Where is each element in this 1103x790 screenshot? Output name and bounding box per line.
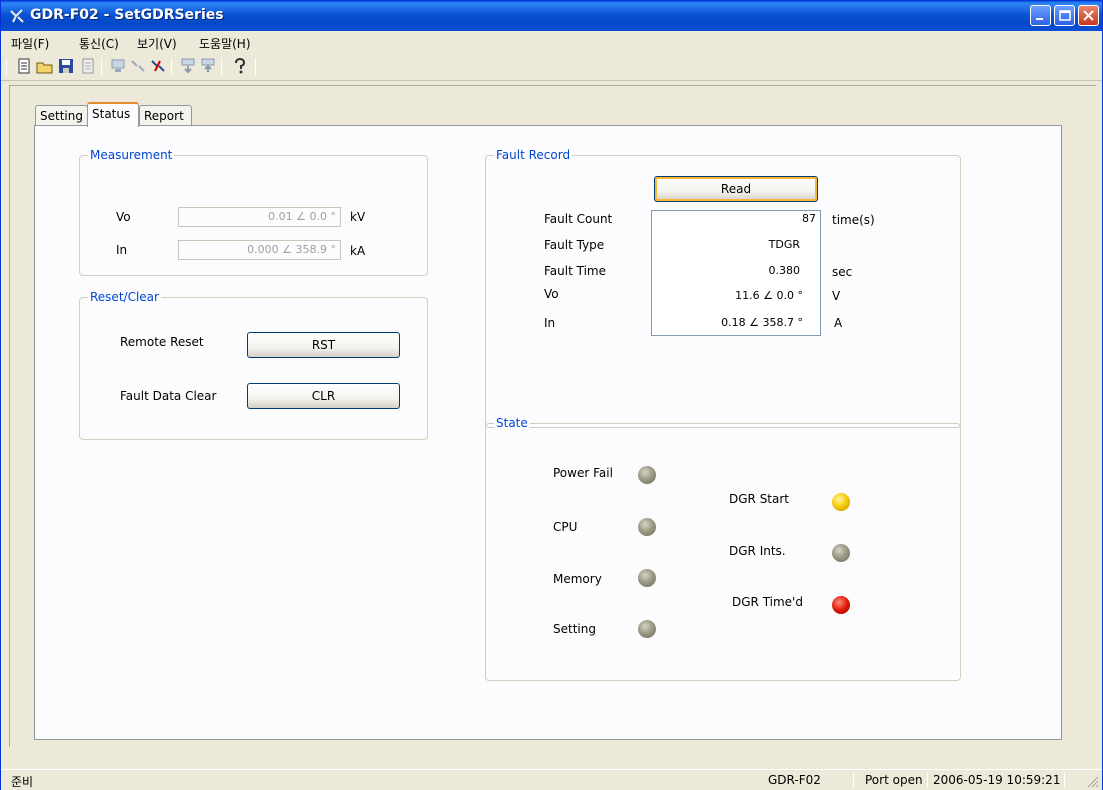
resize-grip-icon[interactable] xyxy=(1087,776,1099,788)
print-icon[interactable] xyxy=(79,57,97,75)
new-icon[interactable] xyxy=(15,57,33,75)
status-datetime: 2006-05-19 10:59:21 xyxy=(933,773,1061,787)
tab-setting[interactable]: Setting xyxy=(35,105,88,127)
remote-reset-label: Remote Reset xyxy=(120,335,204,349)
state-title: State xyxy=(494,416,530,430)
fault-record-title: Fault Record xyxy=(494,148,573,162)
fault-type-value: TDGR xyxy=(768,238,800,251)
fault-in-unit: A xyxy=(834,316,843,330)
status-port: Port open xyxy=(865,773,923,787)
clr-button[interactable]: CLR xyxy=(247,383,400,409)
power-fail-indicator-icon xyxy=(638,466,656,484)
app-icon xyxy=(10,9,24,23)
window-title: GDR-F02 - SetGDRSeries xyxy=(30,7,224,23)
tab-report[interactable]: Report xyxy=(139,105,192,127)
state-group: State Power Fail CPU Memory Setting DGR … xyxy=(485,416,961,681)
fault-in-label: In xyxy=(544,316,556,330)
fault-in-value: 0.18 ∠ 358.7 ° xyxy=(721,316,803,329)
maximize-button[interactable] xyxy=(1054,5,1075,26)
menu-help[interactable]: 도움말(H) xyxy=(199,35,251,52)
reset-clear-title: Reset/Clear xyxy=(88,290,161,304)
read-button[interactable]: Read xyxy=(654,176,818,202)
app-window: GDR-F02 - SetGDRSeries 파일(F) 통신(C) 보기(V)… xyxy=(0,0,1103,790)
save-icon[interactable] xyxy=(57,57,75,75)
fault-time-unit: sec xyxy=(832,265,853,279)
menu-file[interactable]: 파일(F) xyxy=(11,35,49,52)
in-label: In xyxy=(116,243,128,257)
vo-label: Vo xyxy=(116,210,131,224)
close-icon xyxy=(1083,10,1094,21)
open-icon[interactable] xyxy=(36,57,54,75)
download-icon[interactable] xyxy=(179,57,197,75)
menu-bar: 파일(F) 통신(C) 보기(V) 도움말(H) xyxy=(1,31,1102,53)
upload-icon[interactable] xyxy=(199,57,217,75)
fault-data-clear-label: Fault Data Clear xyxy=(120,389,217,403)
measurement-title: Measurement xyxy=(88,148,175,162)
title-bar[interactable]: GDR-F02 - SetGDRSeries xyxy=(1,1,1102,31)
maximize-icon xyxy=(1059,10,1071,21)
fault-count-value: 87 xyxy=(802,212,816,225)
dgr-ints-indicator-icon xyxy=(832,544,850,562)
cpu-label: CPU xyxy=(553,520,578,534)
reset-clear-group: Reset/Clear Remote Reset RST Fault Data … xyxy=(79,290,428,440)
fault-type-label: Fault Type xyxy=(544,238,605,252)
panel-divider xyxy=(456,156,457,691)
memory-label: Memory xyxy=(553,572,602,586)
in-value-field: 0.000 ∠ 358.9 ° xyxy=(178,240,341,260)
status-device: GDR-F02 xyxy=(768,773,821,787)
fault-record-group: Fault Record Read Fault Count 87 time(s)… xyxy=(485,148,961,428)
setting-indicator-icon xyxy=(638,620,656,638)
minimize-button[interactable] xyxy=(1030,5,1051,26)
setting-label: Setting xyxy=(553,622,596,636)
vo-unit: kV xyxy=(350,210,366,224)
dgr-timed-indicator-icon xyxy=(832,596,850,614)
memory-indicator-icon xyxy=(638,569,656,587)
status-bar: 준비 GDR-F02 Port open 2006-05-19 10:59:21 xyxy=(1,769,1102,790)
fault-time-value: 0.380 xyxy=(768,264,801,277)
dgr-ints-label: DGR Ints. xyxy=(729,544,786,558)
toolbar xyxy=(1,53,1102,81)
measurement-group: Measurement Vo 0.01 ∠ 0.0 ° kV In 0.000 … xyxy=(79,148,428,276)
menu-communication[interactable]: 통신(C) xyxy=(79,35,119,52)
fault-time-label: Fault Time xyxy=(544,264,606,278)
tab-status[interactable]: Status xyxy=(87,102,139,127)
fault-vo-unit: V xyxy=(832,289,841,303)
in-unit: kA xyxy=(350,244,366,258)
port-icon[interactable] xyxy=(149,57,167,75)
fault-count-unit: time(s) xyxy=(832,213,875,227)
status-ready: 준비 xyxy=(11,775,34,789)
connect-icon[interactable] xyxy=(109,57,127,75)
close-button[interactable] xyxy=(1078,5,1099,26)
power-fail-label: Power Fail xyxy=(553,466,613,480)
dgr-start-indicator-icon xyxy=(832,493,850,511)
dgr-timed-label: DGR Time'd xyxy=(732,595,803,609)
fault-vo-value: 11.6 ∠ 0.0 ° xyxy=(735,289,803,302)
menu-view[interactable]: 보기(V) xyxy=(137,35,177,52)
disconnect-icon[interactable] xyxy=(129,57,147,75)
fault-vo-label: Vo xyxy=(544,287,559,301)
dgr-start-label: DGR Start xyxy=(729,492,790,506)
rst-button[interactable]: RST xyxy=(247,332,400,358)
help-icon[interactable] xyxy=(231,57,249,75)
vo-value-field: 0.01 ∠ 0.0 ° xyxy=(178,207,341,227)
cpu-indicator-icon xyxy=(638,518,656,536)
minimize-icon xyxy=(1036,18,1043,20)
fault-count-label: Fault Count xyxy=(544,212,613,226)
